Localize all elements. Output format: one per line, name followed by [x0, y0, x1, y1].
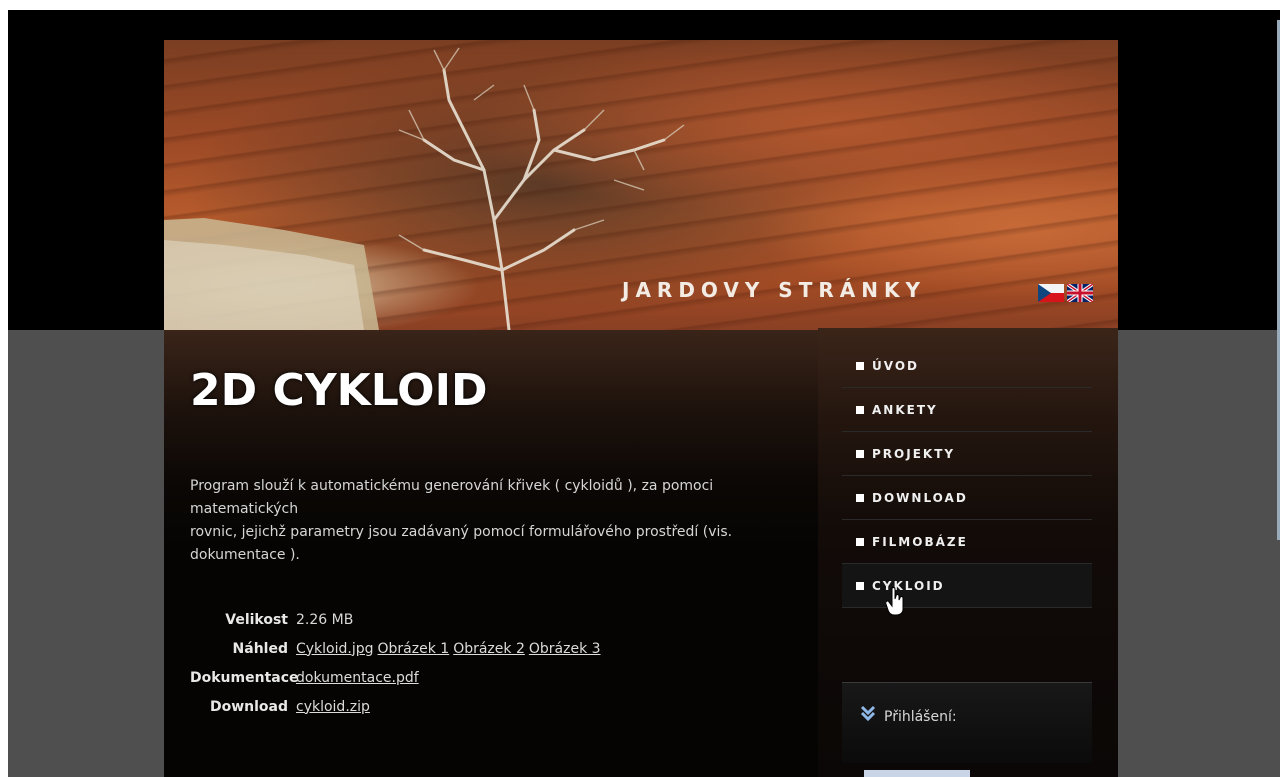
- download-label: Download: [209, 698, 288, 715]
- login-panel: Přihlášení:: [842, 682, 1092, 763]
- size-label: Velikost: [225, 611, 288, 628]
- menu-item-label: ANKETY: [872, 402, 938, 417]
- info-row-download: Download cykloid.zip: [190, 692, 605, 721]
- info-row-preview: Náhled Cykloid.jpg Obrázek 1 Obrázek 2 Obrá…: [190, 634, 605, 663]
- login-label[interactable]: Přihlášení:: [884, 709, 957, 725]
- preview-link-cykloid-jpg[interactable]: Cykloid.jpg: [296, 641, 374, 657]
- square-bullet-icon: [856, 537, 864, 546]
- bottom-image-snippet: [864, 770, 970, 777]
- documentation-link-wrap: dokumentace.pdf: [296, 670, 423, 686]
- preview-link-obrazek-3[interactable]: Obrázek 3: [529, 641, 601, 657]
- menu-item-uvod[interactable]: ÚVOD: [842, 344, 1092, 388]
- chevron-down-icon[interactable]: [860, 705, 876, 721]
- czech-flag-icon[interactable]: [1038, 284, 1064, 302]
- menu-item-cykloid[interactable]: CYKLOID: [842, 564, 1092, 608]
- preview-label: Náhled: [232, 640, 288, 657]
- page-description: Program slouží k automatickému generován…: [190, 478, 733, 563]
- menu-item-label: DOWNLOAD: [872, 490, 968, 505]
- documentation-label: Dokumentace: [190, 669, 299, 686]
- menu-item-label: ÚVOD: [872, 358, 919, 373]
- size-value: 2.26 MB: [296, 611, 354, 628]
- square-bullet-icon: [856, 361, 864, 370]
- menu-item-download[interactable]: DOWNLOAD: [842, 476, 1092, 520]
- preview-link-obrazek-2[interactable]: Obrázek 2: [453, 641, 525, 657]
- download-link-wrap: cykloid.zip: [296, 699, 374, 715]
- menu-item-label: CYKLOID: [872, 578, 945, 593]
- square-bullet-icon: [856, 449, 864, 458]
- screen-left-border: [0, 0, 8, 777]
- file-info-table: Velikost 2.26 MB Náhled Cykloid.jpg Obráz…: [190, 605, 605, 721]
- menu-item-label: PROJEKTY: [872, 446, 956, 461]
- info-row-size: Velikost 2.26 MB: [190, 605, 605, 634]
- page-title: 2D CYKLOID: [190, 365, 488, 416]
- download-link[interactable]: cykloid.zip: [296, 699, 370, 715]
- preview-link-obrazek-1[interactable]: Obrázek 1: [378, 641, 450, 657]
- hand-cursor-icon: [886, 587, 904, 616]
- site-title: JARDOVY STRÁNKY: [622, 278, 926, 302]
- square-bullet-icon: [856, 581, 864, 590]
- documentation-link[interactable]: dokumentace.pdf: [296, 670, 419, 686]
- square-bullet-icon: [856, 405, 864, 414]
- preview-links: Cykloid.jpg Obrázek 1 Obrázek 2 Obrázek 3: [296, 641, 605, 657]
- sidebar: ÚVOD ANKETY PROJEKTY DOWNLOAD FILMOBÁZE …: [818, 328, 1118, 777]
- info-row-documentation: Dokumentace dokumentace.pdf: [190, 663, 605, 692]
- main-menu: ÚVOD ANKETY PROJEKTY DOWNLOAD FILMOBÁZE …: [842, 344, 1092, 608]
- header-banner: JARDOVY STRÁNKY: [164, 40, 1118, 330]
- square-bullet-icon: [856, 493, 864, 502]
- screen-top-border: [0, 0, 1280, 10]
- site-container: JARDOVY STRÁNKY ÚVOD ANKETY PROJEKTY DOW…: [164, 40, 1118, 777]
- menu-item-projekty[interactable]: PROJEKTY: [842, 432, 1092, 476]
- menu-item-filmobaze[interactable]: FILMOBÁZE: [842, 520, 1092, 564]
- language-switcher: [1038, 284, 1093, 302]
- menu-item-label: FILMOBÁZE: [872, 534, 968, 549]
- uk-flag-icon[interactable]: [1067, 284, 1093, 302]
- menu-item-ankety[interactable]: ANKETY: [842, 388, 1092, 432]
